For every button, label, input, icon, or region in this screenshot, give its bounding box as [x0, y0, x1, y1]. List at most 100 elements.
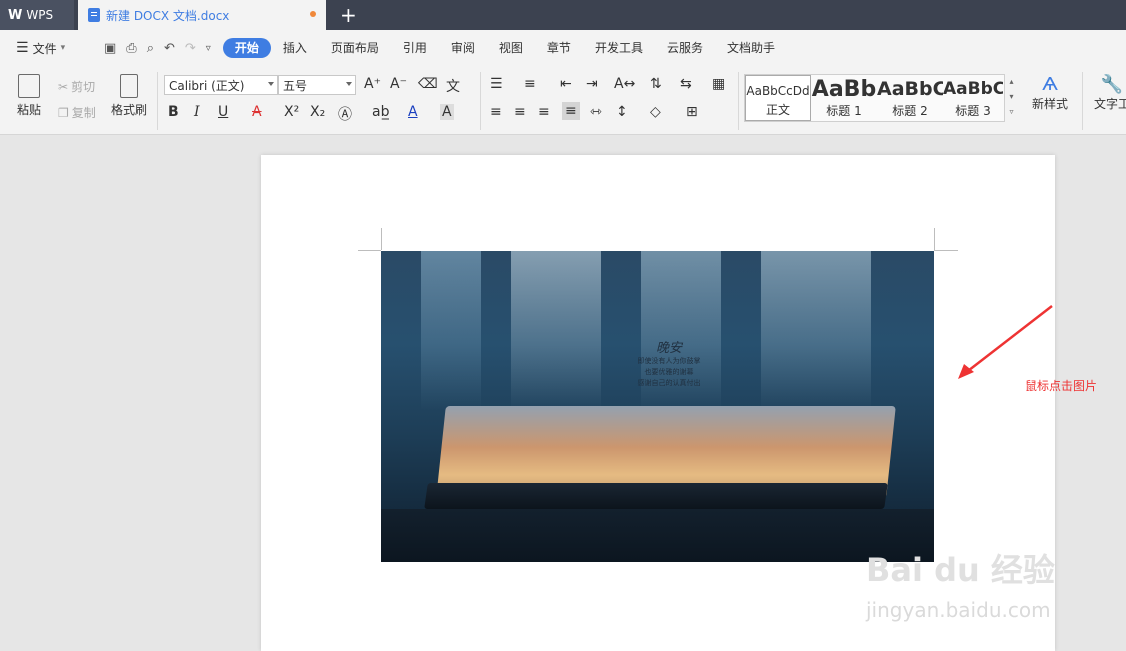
margin-mark — [934, 250, 958, 251]
tab-doc-assistant[interactable]: 文档助手 — [715, 38, 787, 58]
align-right-icon[interactable]: ≡ — [538, 104, 550, 120]
document-icon — [88, 8, 100, 22]
photo-table — [381, 509, 934, 562]
eraser-icon[interactable]: ⌫ — [418, 76, 438, 92]
shrink-font-icon[interactable]: A⁻ — [390, 76, 407, 92]
print-icon[interactable]: ⎙ — [126, 41, 136, 56]
wrench-icon: 🔧 — [1100, 74, 1124, 95]
style-heading-1[interactable]: AaBb 标题 1 — [811, 75, 877, 121]
photo-title: 晚安 — [655, 341, 682, 356]
tab-developer[interactable]: 开发工具 — [583, 38, 655, 58]
wps-logo-icon: W — [8, 7, 23, 23]
format-painter-button[interactable]: 格式刷 — [108, 74, 150, 118]
photo-curtain — [761, 251, 871, 411]
customize-toolbar-icon[interactable]: ▿ — [206, 43, 211, 54]
bold-button[interactable]: B — [168, 104, 179, 120]
bullet-list-icon[interactable]: ☰ — [490, 76, 503, 92]
style-heading-3[interactable]: AaBbC 标题 3 — [943, 75, 1003, 121]
file-menu-button[interactable]: ☰ 文件 ▾ — [0, 40, 96, 57]
align-center-icon[interactable]: ≡ — [514, 104, 526, 120]
menu-bar: ☰ 文件 ▾ ▣ ⎙ ⌕ ↶ ↷ ▿ 开始 插入 页面布局 引用 审阅 视图 章… — [0, 30, 1126, 66]
style-gallery-scroll[interactable]: ▴ ▾ ▿ — [1004, 74, 1018, 122]
style-name: 标题 1 — [826, 104, 862, 118]
text-effect-icon[interactable]: Ⓐ — [338, 104, 352, 124]
style-preview: AaBb — [811, 77, 877, 102]
fill-icon[interactable]: ◇ — [650, 104, 661, 120]
tab-view[interactable]: 视图 — [487, 38, 535, 58]
phonetic-guide-icon[interactable]: 文 — [446, 76, 460, 96]
copy-label: 复制 — [71, 106, 96, 120]
font-size-value: 五号 — [283, 78, 308, 93]
copy-button[interactable]: ❐ 复制 — [58, 104, 96, 121]
tab-review[interactable]: 审阅 — [439, 38, 487, 58]
chevron-up-icon: ▴ — [1009, 77, 1014, 86]
italic-button[interactable]: I — [194, 104, 200, 120]
photo-line: 也要优雅的谢幕 — [644, 368, 694, 376]
tab-home[interactable]: 开始 — [222, 38, 271, 58]
title-tab-bar: W WPS 新建 DOCX 文档.docx + — [0, 0, 1126, 30]
copy-icon: ❐ — [58, 105, 69, 120]
tab-references[interactable]: 引用 — [391, 38, 439, 58]
expand-icon: ▿ — [1009, 107, 1014, 116]
new-style-label: 新样式 — [1031, 97, 1068, 111]
show-marks-icon[interactable]: ▦ — [712, 76, 725, 92]
style-heading-2[interactable]: AaBbC 标题 2 — [877, 75, 943, 121]
chevron-down-icon: ▾ — [60, 43, 66, 53]
text-tools-button[interactable]: 🔧 文字工 — [1092, 74, 1126, 112]
chevron-down-icon — [268, 82, 274, 86]
highlight-icon[interactable]: ab̲ — [372, 104, 389, 120]
style-normal[interactable]: AaBbCcDd 正文 — [745, 75, 811, 121]
tab-insert[interactable]: 插入 — [271, 38, 319, 58]
style-preview: AaBbC — [943, 79, 1003, 99]
margin-mark — [934, 228, 935, 250]
numbered-list-icon[interactable]: ≡ — [524, 76, 536, 92]
tab-document[interactable]: 新建 DOCX 文档.docx — [78, 0, 326, 30]
file-menu-label: 文件 — [32, 41, 57, 56]
superscript-button[interactable]: X² — [284, 104, 299, 120]
increase-indent-icon[interactable]: ⇥ — [586, 76, 598, 92]
underline-button[interactable]: U — [218, 104, 228, 120]
save-icon[interactable]: ▣ — [104, 41, 116, 56]
hamburger-icon: ☰ — [16, 40, 29, 56]
photo-laptop-base — [424, 483, 888, 509]
text-direction-icon[interactable]: A↔ — [614, 76, 635, 92]
embedded-image[interactable]: 晚安 即使没有人为你鼓掌 也要优雅的谢幕 感谢自己的认真付出 — [381, 251, 934, 562]
tab-section[interactable]: 章节 — [535, 38, 583, 58]
undo-icon[interactable]: ↶ — [164, 41, 175, 56]
format-painter-label: 格式刷 — [110, 103, 147, 117]
line-spacing-icon[interactable]: ↕ — [616, 104, 628, 120]
line-break-icon[interactable]: ⇆ — [680, 76, 692, 92]
new-style-button[interactable]: Ѧ 新样式 — [1026, 74, 1074, 112]
redo-icon[interactable]: ↷ — [185, 41, 196, 56]
grow-font-icon[interactable]: A⁺ — [364, 76, 381, 92]
chevron-down-icon — [346, 82, 352, 86]
tab-wps-home[interactable]: W WPS — [0, 0, 74, 30]
char-shading-icon[interactable]: A — [440, 104, 454, 120]
tab-page-layout[interactable]: 页面布局 — [319, 38, 391, 58]
align-left-icon[interactable]: ≡ — [490, 104, 502, 120]
strikethrough-button[interactable]: A — [252, 104, 262, 120]
cut-button[interactable]: ✂ 剪切 — [58, 78, 95, 95]
paste-button[interactable]: 粘贴 — [10, 74, 48, 118]
print-preview-icon[interactable]: ⌕ — [147, 41, 154, 56]
subscript-button[interactable]: X₂ — [310, 104, 325, 120]
justify-icon[interactable]: ≡ — [562, 102, 580, 120]
font-color-icon[interactable]: A — [408, 104, 418, 120]
distribute-icon[interactable]: ⇿ — [590, 104, 602, 120]
annotation-text: 鼠标点击图片 — [1025, 379, 1098, 393]
border-icon[interactable]: ⊞ — [686, 104, 698, 120]
baidu-watermark: Bai du 经验 — [866, 551, 1055, 589]
sort-icon[interactable]: ⇅ — [650, 76, 662, 92]
style-gallery: AaBbCcDd 正文 AaBb 标题 1 AaBbC 标题 2 AaBbC 标… — [744, 74, 1018, 122]
font-name-select[interactable]: Calibri (正文) — [164, 75, 278, 95]
new-tab-button[interactable]: + — [340, 4, 357, 26]
chevron-down-icon: ▾ — [1009, 92, 1014, 101]
font-size-select[interactable]: 五号 — [278, 75, 356, 95]
photo-line: 即使没有人为你鼓掌 — [637, 357, 701, 365]
divider — [738, 72, 739, 130]
tab-cloud[interactable]: 云服务 — [655, 38, 715, 58]
decrease-indent-icon[interactable]: ⇤ — [560, 76, 572, 92]
style-preview: AaBbCcDd — [746, 84, 810, 98]
paste-label: 粘贴 — [16, 103, 41, 117]
divider — [157, 72, 158, 130]
